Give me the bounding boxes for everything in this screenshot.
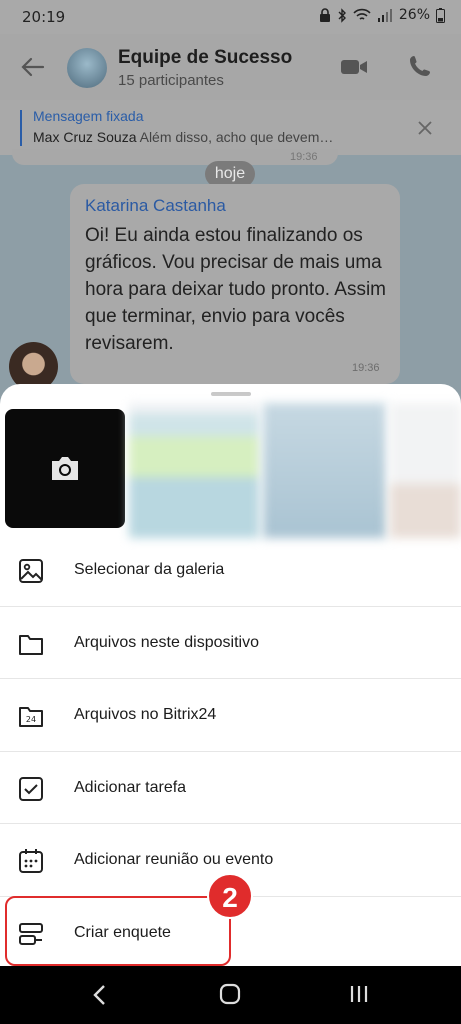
step-number-badge: 2 — [207, 873, 253, 919]
close-icon[interactable] — [414, 117, 436, 139]
message-bubble[interactable]: Katarina Castanha Oi! Eu ainda estou fin… — [70, 184, 400, 384]
menu-item-label: Selecionar da galeria — [74, 561, 225, 578]
menu-item-select-gallery[interactable]: Selecionar da galeria — [0, 534, 461, 607]
calendar-icon — [19, 849, 43, 873]
system-navigation-bar — [0, 966, 461, 1024]
signal-icon — [377, 9, 392, 22]
video-call-icon[interactable] — [340, 56, 368, 78]
previous-message-time: 19:36 — [290, 151, 318, 163]
message-time: 19:36 — [352, 362, 380, 374]
battery-icon — [436, 7, 445, 23]
menu-item-bitrix-files[interactable]: 24 Arquivos no Bitrix24 — [0, 679, 461, 752]
bitrix-folder-icon: 24 — [19, 707, 43, 727]
chat-title[interactable]: Equipe de Sucesso — [118, 47, 292, 69]
nav-home-icon[interactable] — [219, 983, 241, 1005]
folder-icon — [19, 634, 43, 655]
pinned-label: Mensagem fixada — [33, 108, 144, 124]
message-author: Katarina Castanha — [85, 196, 226, 215]
menu-item-device-files[interactable]: Arquivos neste dispositivo — [0, 607, 461, 679]
gallery-thumbnail[interactable] — [390, 403, 461, 538]
pinned-author: Max Cruz Souza — [33, 129, 137, 145]
pinned-preview: Max Cruz Souza Além disso, acho que deve… — [33, 129, 333, 145]
back-arrow-icon[interactable] — [18, 52, 48, 82]
phone-call-icon[interactable] — [408, 54, 434, 80]
lock-icon — [319, 8, 330, 22]
participants-count[interactable]: 15 participantes — [118, 72, 224, 89]
gallery-thumbnail[interactable] — [263, 403, 386, 538]
status-bar: 20:19 26% — [0, 0, 461, 34]
sheet-drag-handle[interactable] — [211, 392, 251, 396]
task-checkbox-icon — [19, 776, 43, 801]
status-icons: 26% — [319, 7, 445, 23]
menu-item-add-task[interactable]: Adicionar tarefa — [0, 752, 461, 824]
battery-level: 26% — [398, 7, 430, 23]
status-time: 20:19 — [22, 8, 66, 26]
menu-item-label: Arquivos neste dispositivo — [74, 633, 259, 651]
camera-icon — [52, 457, 78, 480]
bluetooth-icon — [338, 7, 346, 23]
nav-back-icon[interactable] — [90, 984, 110, 1006]
menu-item-label: Arquivos no Bitrix24 — [74, 706, 217, 723]
chat-header: Equipe de Sucesso 15 participantes — [0, 34, 461, 100]
camera-button[interactable] — [5, 409, 125, 528]
pinned-accent-bar — [20, 110, 22, 146]
chat-area: 19:36 hoje Katarina Castanha Oi! Eu aind… — [0, 149, 461, 415]
message-text: Oi! Eu ainda estou finalizando os gráfic… — [85, 225, 387, 354]
menu-item-label: Adicionar reunião ou evento — [74, 851, 274, 868]
menu-item-label: Adicionar tarefa — [74, 778, 187, 796]
gallery-thumbnail[interactable] — [129, 403, 259, 538]
pinned-text: Além disso, acho que devem… — [139, 129, 334, 145]
svg-text:24: 24 — [26, 715, 36, 724]
nav-recent-apps-icon[interactable] — [349, 984, 369, 1004]
pinned-message-banner[interactable]: Mensagem fixada Max Cruz Souza Além diss… — [0, 100, 461, 155]
wifi-icon — [353, 8, 371, 20]
group-avatar[interactable] — [67, 48, 107, 88]
highlight-frame — [5, 896, 231, 966]
image-icon — [19, 559, 43, 583]
